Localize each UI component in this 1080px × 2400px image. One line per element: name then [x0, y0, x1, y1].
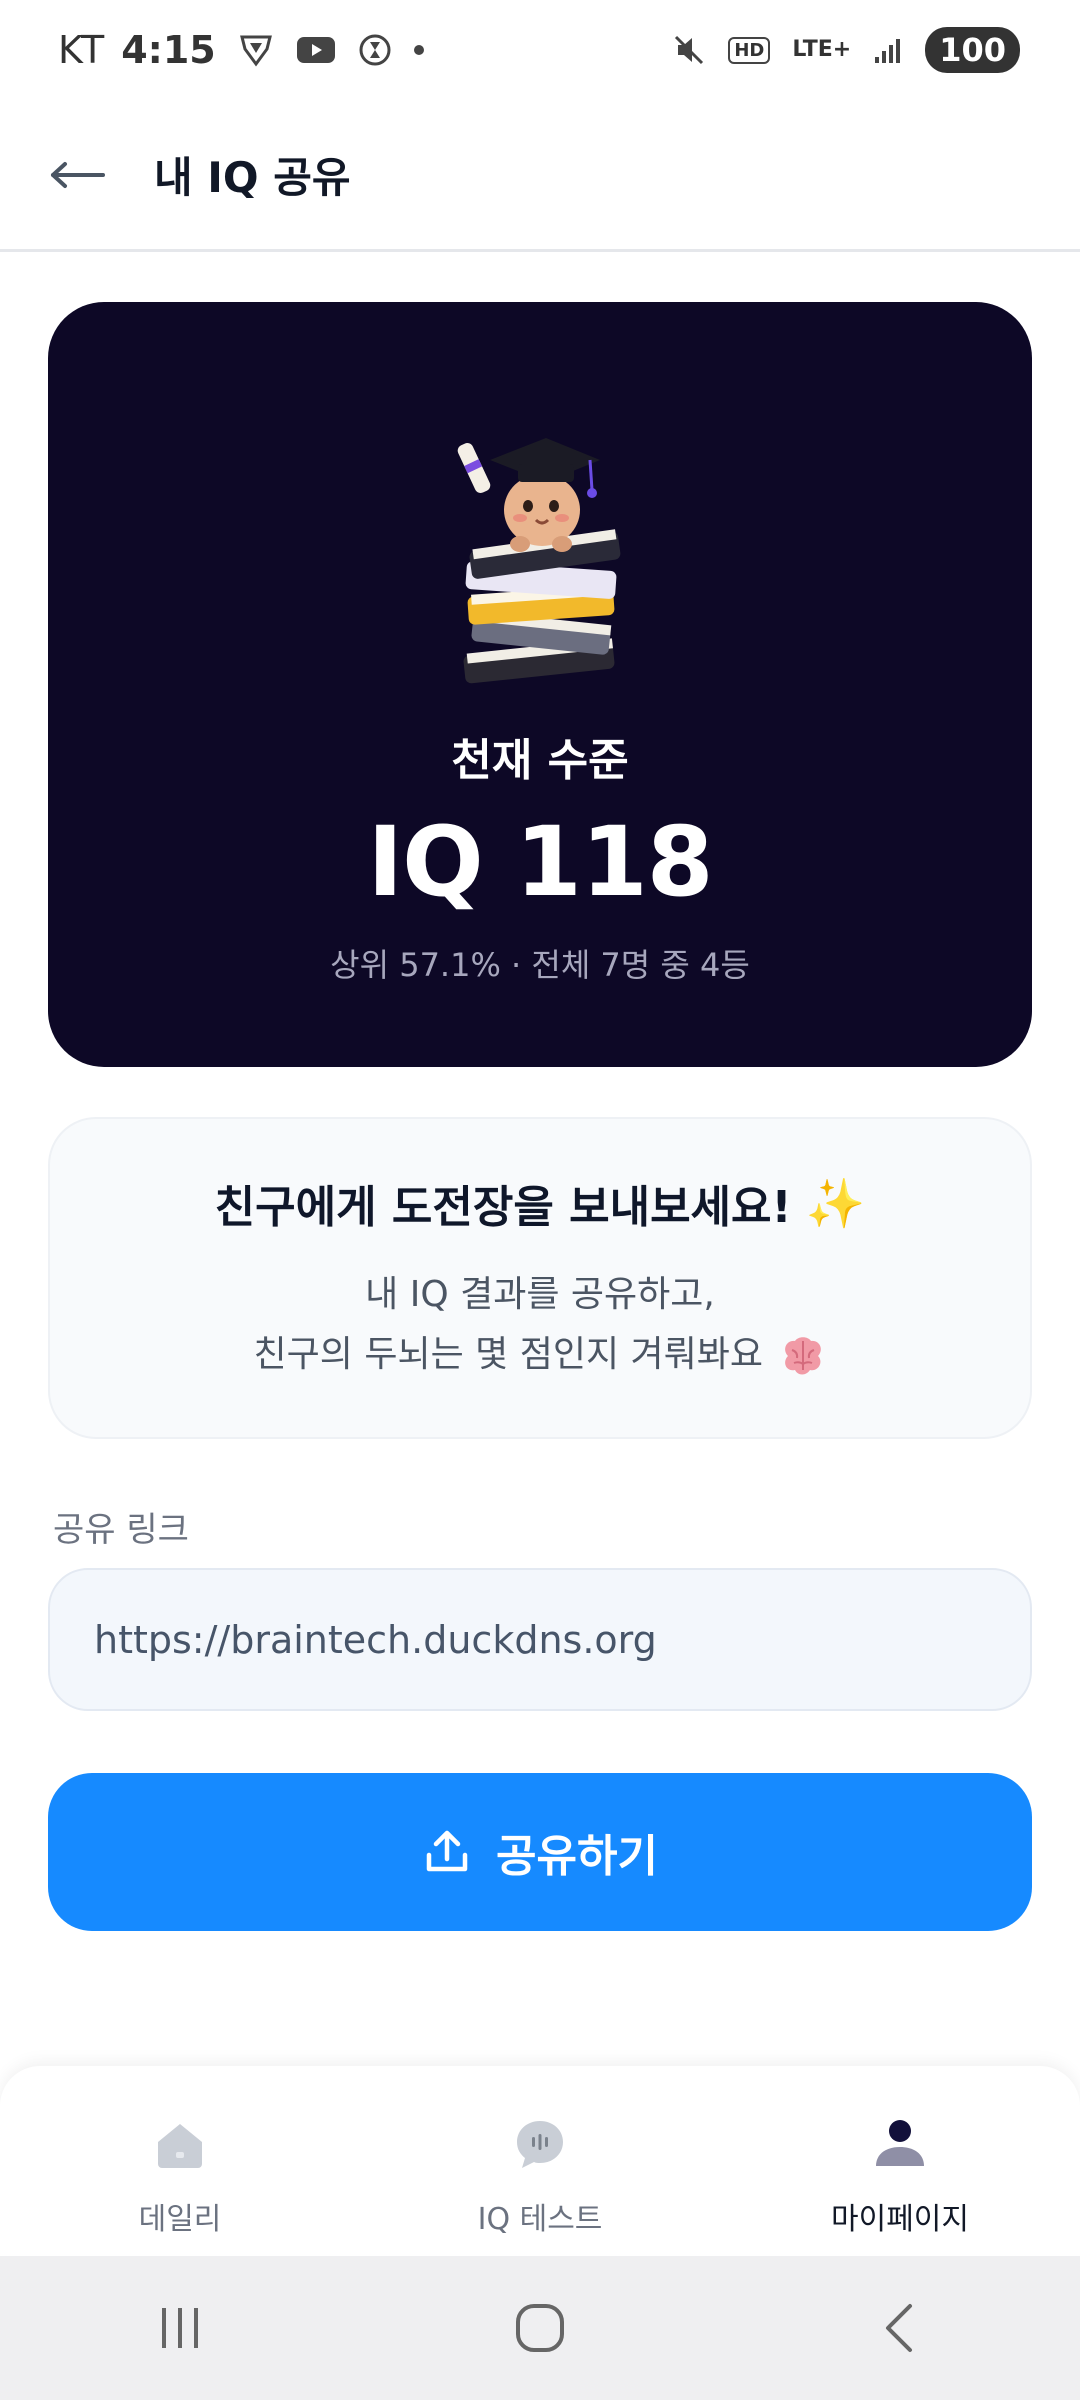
page-title: 내 IQ 공유	[154, 153, 351, 202]
home-button[interactable]	[480, 2288, 600, 2368]
share-link-field[interactable]	[48, 1568, 1032, 1711]
timer-icon	[358, 32, 392, 68]
challenge-line-2-row: 친구의 두뇌는 몇 점인지 겨뤄봐요	[254, 1325, 827, 1385]
sparkles-icon: ✨	[805, 1175, 866, 1232]
back-button[interactable]	[48, 145, 108, 205]
notification-dot-icon	[413, 45, 424, 55]
status-time: 4:15	[121, 28, 216, 72]
recent-apps-icon	[162, 2308, 198, 2348]
recent-apps-button[interactable]	[120, 2288, 240, 2368]
nav-label-daily: 데일리	[138, 2202, 222, 2237]
nav-item-daily[interactable]: 데일리	[30, 2116, 330, 2238]
challenge-card: 친구에게 도전장을 보내보세요! ✨ 내 IQ 결과를 공유하고, 친구의 두뇌…	[48, 1117, 1032, 1439]
nav-label-iq-test: IQ 테스트	[477, 2202, 603, 2237]
nav-label-mypage: 마이페이지	[831, 2202, 969, 2237]
nav-item-iq-test[interactable]: IQ 테스트	[390, 2116, 690, 2238]
carrier-label: KT	[58, 28, 106, 72]
iq-level-label: 천재 수준	[451, 735, 629, 786]
challenge-title: 친구에게 도전장을 보내보세요!	[214, 1182, 792, 1233]
screen: KT 4:15 HD LTE+ 100 내 IQ 공유 천재 수준 IQ 118…	[0, 0, 1080, 2400]
rank-summary: 상위 57.1% · 전체 7명 중 4등	[330, 946, 750, 984]
mute-icon	[672, 33, 706, 67]
arrow-left-icon	[51, 161, 105, 188]
signal-icon	[873, 35, 903, 65]
iq-result-card: 천재 수준 IQ 118 상위 57.1% · 전체 7명 중 4등	[48, 302, 1032, 1067]
system-back-button[interactable]	[840, 2288, 960, 2368]
home-circle-icon	[516, 2304, 564, 2352]
share-button-label: 공유하기	[496, 1831, 658, 1882]
app-header: 내 IQ 공유	[0, 100, 1080, 252]
chat-icon	[517, 2121, 563, 2168]
status-left: KT 4:15	[58, 28, 424, 72]
iq-score: IQ 118	[367, 806, 713, 918]
status-bar: KT 4:15 HD LTE+ 100	[0, 0, 1080, 100]
challenge-line-2: 친구의 두뇌는 몇 점인지 겨뤄봐요	[253, 1334, 763, 1375]
brain-icon	[785, 1337, 822, 1375]
home-icon	[158, 2124, 202, 2168]
nav-item-mypage[interactable]: 마이페이지	[750, 2116, 1050, 2238]
challenge-title-row: 친구에게 도전장을 보내보세요! ✨	[215, 1171, 866, 1235]
system-navigation-bar	[0, 2256, 1080, 2400]
battery-indicator: 100	[925, 27, 1020, 73]
youtube-icon	[296, 35, 336, 65]
user-icon	[876, 2120, 924, 2166]
share-button[interactable]: 공유하기	[48, 1773, 1032, 1931]
hd-badge: HD	[728, 36, 771, 64]
network-type: LTE+	[792, 37, 852, 62]
status-right: HD LTE+ 100	[672, 27, 1020, 73]
brand-shield-icon	[238, 32, 274, 68]
challenge-description: 내 IQ 결과를 공유하고, 친구의 두뇌는 몇 점인지 겨뤄봐요	[254, 1265, 827, 1385]
chevron-left-icon	[886, 2304, 912, 2352]
bottom-navigation: 데일리 IQ 테스트 마이페이지	[0, 2066, 1080, 2256]
graduate-mascot-illustration	[457, 438, 621, 684]
share-upload-icon	[426, 1830, 468, 1872]
share-link-label: 공유 링크	[53, 1510, 189, 1550]
challenge-line-1: 내 IQ 결과를 공유하고,	[365, 1274, 715, 1315]
